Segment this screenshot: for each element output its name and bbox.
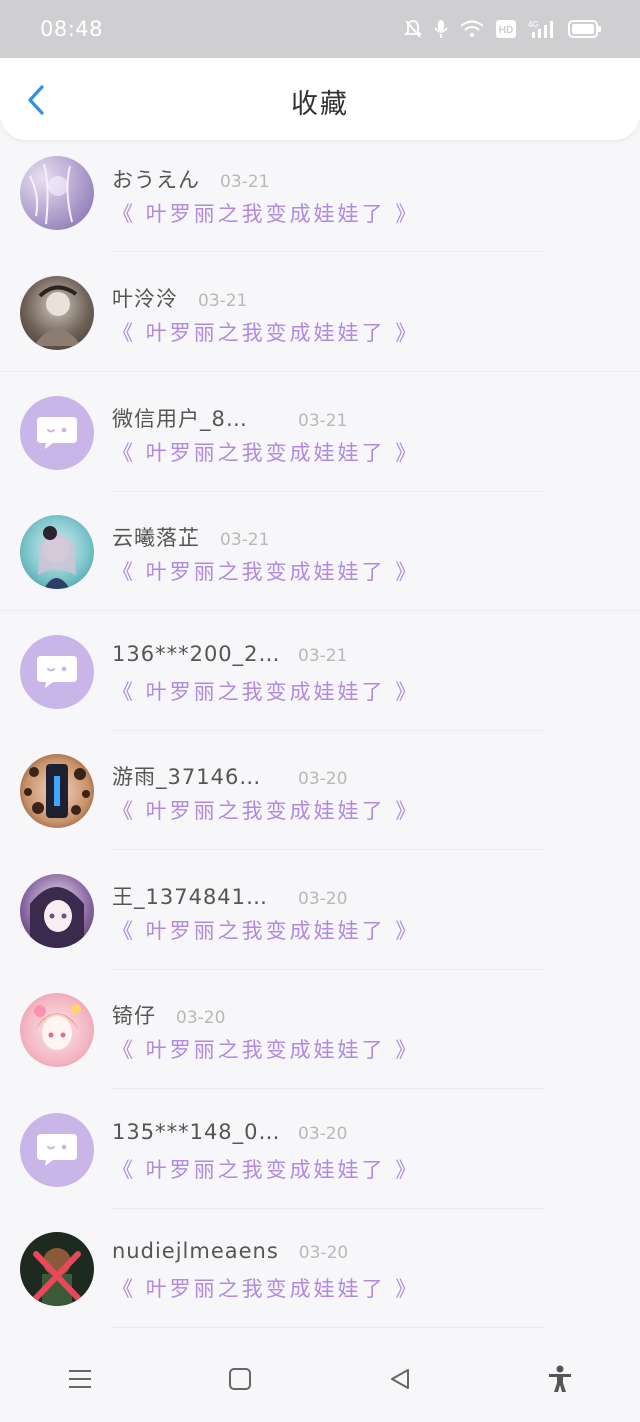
- date: 03-20: [298, 889, 348, 909]
- book-title[interactable]: 《 叶罗丽之我变成娃娃了 》: [112, 915, 419, 945]
- avatar-image: [34, 1004, 81, 1050]
- avatar[interactable]: [20, 993, 94, 1067]
- divider: [112, 1088, 544, 1089]
- avatar[interactable]: [20, 754, 94, 828]
- book-title[interactable]: 《 叶罗丽之我变成娃娃了 》: [112, 1273, 419, 1303]
- divider: [112, 1208, 544, 1209]
- divider: [0, 610, 640, 611]
- date: 03-20: [176, 1008, 226, 1028]
- menu-button[interactable]: [60, 1359, 100, 1399]
- book-title[interactable]: 《 叶罗丽之我变成娃娃了 》: [112, 317, 419, 347]
- date: 03-21: [298, 411, 348, 431]
- wifi-icon: [460, 20, 484, 38]
- date: 03-20: [298, 769, 348, 789]
- book-title[interactable]: 《 叶罗丽之我变成娃娃了 》: [112, 437, 419, 467]
- list-item[interactable]: 王_1374841… 03-20 《 叶罗丽之我变成娃娃了 》: [0, 857, 640, 977]
- avatar-image: [38, 526, 76, 589]
- home-square-icon: [229, 1368, 251, 1390]
- status-icons: HD 4G: [404, 19, 602, 39]
- divider: [112, 251, 544, 252]
- favorites-list[interactable]: おうえん 03-21 《 叶罗丽之我变成娃娃了 》 叶泠泠 03-21 《 叶罗…: [0, 140, 640, 1336]
- divider: [112, 730, 544, 731]
- date: 03-21: [220, 172, 270, 192]
- status-bar: 08:48 HD 4G: [0, 0, 640, 58]
- mic-icon: [434, 19, 448, 39]
- username: nudiejlmeaens: [112, 1239, 279, 1263]
- date: 03-20: [298, 1243, 349, 1263]
- avatar[interactable]: [20, 635, 94, 709]
- book-title[interactable]: 《 叶罗丽之我变成娃娃了 》: [112, 198, 419, 228]
- page-title: 收藏: [291, 89, 349, 120]
- list-item[interactable]: おうえん 03-21 《 叶罗丽之我变成娃娃了 》: [0, 140, 640, 260]
- username: 锜仔: [112, 1004, 156, 1028]
- divider: [0, 371, 640, 372]
- chat-bubble-icon: [37, 1134, 77, 1166]
- chat-bubble-icon: [37, 656, 77, 688]
- list-item[interactable]: 锜仔 03-20 《 叶罗丽之我变成娃娃了 》: [0, 976, 640, 1096]
- signal-4g-icon: 4G: [528, 19, 556, 39]
- hd-icon: HD: [496, 20, 516, 38]
- divider: [112, 491, 544, 492]
- back-triangle-icon: [391, 1369, 409, 1389]
- battery-icon: [568, 20, 602, 38]
- username: 微信用户_8…: [112, 407, 248, 431]
- menu-icon: [69, 1370, 91, 1388]
- username: 王_1374841…: [112, 885, 269, 909]
- username: 136***200_2…: [112, 642, 280, 666]
- list-item[interactable]: 叶泠泠 03-21 《 叶罗丽之我变成娃娃了 》: [0, 259, 640, 379]
- list-item[interactable]: nudiejlmeaens 03-20 《 叶罗丽之我变成娃娃了 》: [0, 1215, 640, 1335]
- avatar[interactable]: [20, 874, 94, 948]
- divider: [112, 969, 544, 970]
- hd-badge-text: HD: [499, 25, 513, 36]
- list-item[interactable]: 微信用户_8… 03-21 《 叶罗丽之我变成娃娃了 》: [0, 379, 640, 499]
- avatar-image: [30, 887, 84, 948]
- username: 游雨_37146…: [112, 765, 262, 789]
- date: 03-20: [298, 1124, 348, 1144]
- avatar[interactable]: [20, 1232, 94, 1306]
- avatar[interactable]: [20, 276, 94, 350]
- chat-bubble-icon: [37, 417, 77, 449]
- home-button[interactable]: [220, 1359, 260, 1399]
- system-back-button[interactable]: [380, 1359, 420, 1399]
- status-time: 08:48: [40, 17, 104, 41]
- divider: [112, 1327, 544, 1328]
- avatar[interactable]: [20, 396, 94, 470]
- username: 云曦落芷: [112, 526, 200, 550]
- mute-bell-icon: [404, 19, 422, 39]
- avatar-image: [34, 285, 82, 346]
- list-item[interactable]: 135***148_0… 03-20 《 叶罗丽之我变成娃娃了 》: [0, 1096, 640, 1216]
- date: 03-21: [220, 530, 270, 550]
- accessibility-icon: [549, 1365, 571, 1392]
- list-item[interactable]: 136***200_2… 03-21 《 叶罗丽之我变成娃娃了 》: [0, 618, 640, 738]
- book-title[interactable]: 《 叶罗丽之我变成娃娃了 》: [112, 1034, 419, 1064]
- username: 135***148_0…: [112, 1120, 280, 1144]
- date: 03-21: [198, 291, 248, 311]
- accessibility-button[interactable]: [540, 1359, 580, 1399]
- signal-4g-text: 4G: [528, 20, 539, 29]
- book-title[interactable]: 《 叶罗丽之我变成娃娃了 》: [112, 1154, 419, 1184]
- book-title[interactable]: 《 叶罗丽之我变成娃娃了 》: [112, 556, 419, 586]
- avatar[interactable]: [20, 515, 94, 589]
- system-nav-bar: [0, 1336, 640, 1422]
- book-title[interactable]: 《 叶罗丽之我变成娃娃了 》: [112, 795, 419, 825]
- date: 03-21: [298, 646, 348, 666]
- username: おうえん: [112, 168, 200, 192]
- username: 叶泠泠: [112, 287, 178, 311]
- avatar-image: [33, 1248, 81, 1306]
- book-title[interactable]: 《 叶罗丽之我变成娃娃了 》: [112, 676, 419, 706]
- list-item[interactable]: 游雨_37146… 03-20 《 叶罗丽之我变成娃娃了 》: [0, 737, 640, 857]
- avatar-image: [24, 764, 90, 818]
- avatar-image: [29, 163, 73, 225]
- avatar[interactable]: [20, 1113, 94, 1187]
- avatar[interactable]: [20, 156, 94, 230]
- list-item[interactable]: 云曦落芷 03-21 《 叶罗丽之我变成娃娃了 》: [0, 498, 640, 618]
- header-bar: 收藏: [0, 58, 640, 140]
- divider: [112, 849, 544, 850]
